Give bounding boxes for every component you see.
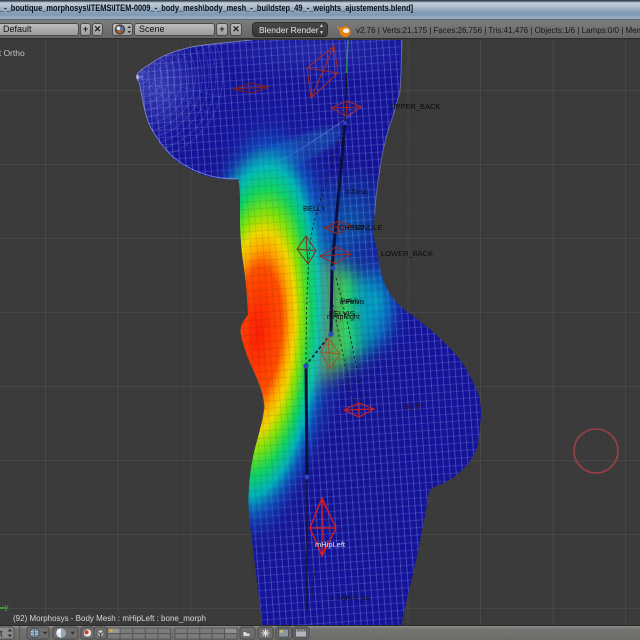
svg-text:y: y	[5, 603, 9, 612]
svg-text:HANDLE: HANDLE	[352, 223, 382, 232]
svg-text:mHipRight: mHipRight	[327, 314, 360, 321]
svg-text:mTorso: mTorso	[345, 189, 368, 196]
svg-text:LOWER_BACK: LOWER_BACK	[381, 249, 433, 258]
svg-text:BUTT: BUTT	[404, 402, 424, 411]
svg-text:BELLY: BELLY	[303, 204, 326, 213]
svg-text:UPPER_BACK: UPPER_BACK	[390, 102, 440, 111]
svg-text:v_ANKLE_po: v_ANKLE_po	[330, 595, 369, 602]
svg-text:Pelvis: Pelvis	[341, 299, 360, 306]
svg-text:mHipLeft: mHipLeft	[315, 540, 346, 549]
